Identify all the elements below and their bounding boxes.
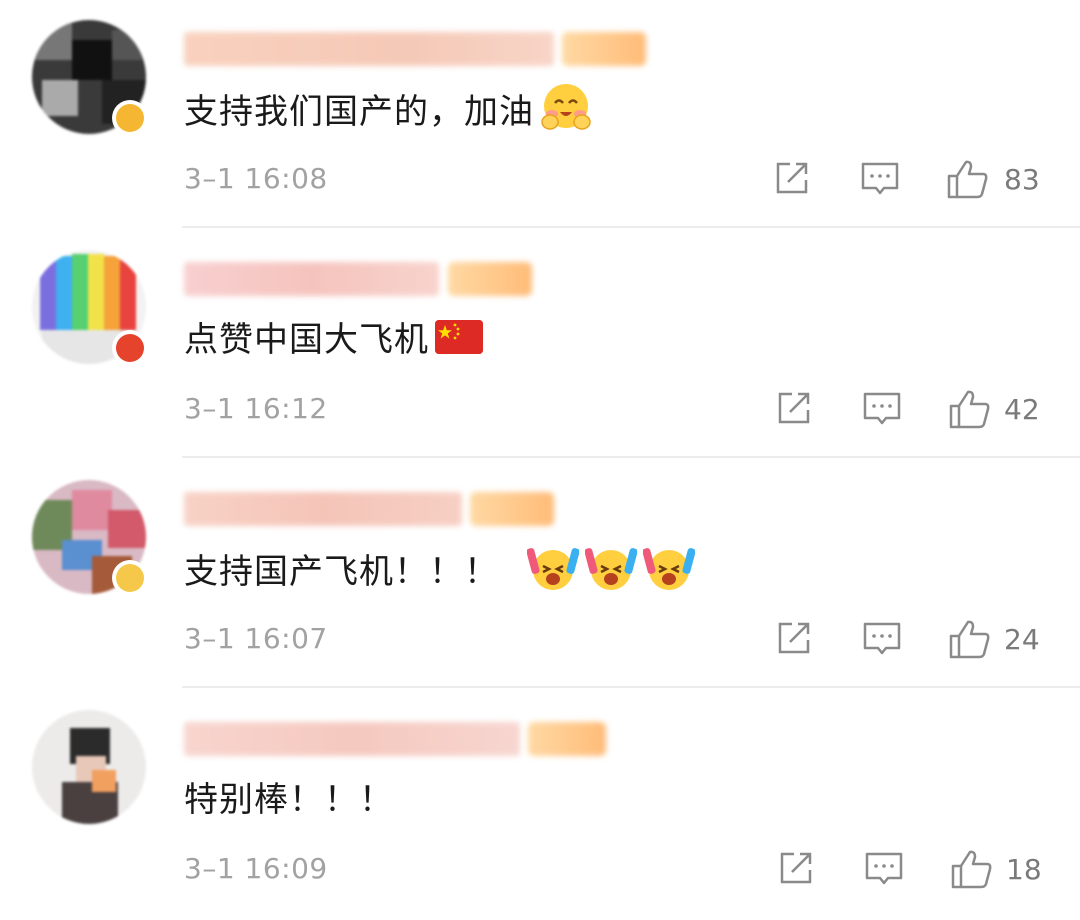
comment-text: 点赞中国大飞机 (184, 312, 483, 361)
cheering-emoji-icon (526, 542, 580, 594)
comment-text-content: 支持我们国产的，加油 (184, 91, 534, 132)
comment-item: 支持我们国产的，加油 3–1 16:08 83 (0, 0, 1080, 230)
like-button[interactable] (950, 848, 994, 889)
vip-badge (562, 32, 646, 66)
comment-reply-button[interactable] (864, 848, 904, 888)
share-button[interactable] (774, 618, 814, 658)
like-button[interactable] (948, 388, 992, 429)
vip-badge (448, 262, 532, 296)
comment-icon (865, 852, 903, 885)
divider (182, 686, 1080, 688)
share-icon (776, 162, 808, 194)
comment-timestamp: 3–1 16:08 (184, 162, 328, 195)
divider (182, 226, 1080, 228)
vip-badge (528, 722, 606, 756)
verified-badge-icon (112, 330, 148, 366)
cheering-emoji-icon (584, 542, 638, 594)
comment-text: 特别棒！！！ (184, 772, 394, 821)
vip-badge (470, 492, 554, 526)
comment-item: 特别棒！！！ 3–1 16:09 18 (0, 690, 1080, 920)
comment-reply-button[interactable] (862, 388, 902, 428)
comment-text-content: 点赞中国大飞机 (184, 320, 429, 360)
username-blurred[interactable] (184, 492, 462, 526)
like-count: 42 (1004, 393, 1040, 426)
username-blurred[interactable] (184, 32, 554, 66)
comment-text: 支持国产飞机！！！ (184, 542, 696, 594)
like-button[interactable] (946, 158, 990, 199)
like-count: 83 (1004, 163, 1040, 196)
blush-hands-emoji-icon (540, 82, 592, 134)
thumbs-up-icon (949, 390, 990, 429)
thumbs-up-icon (951, 850, 992, 889)
comment-item: 点赞中国大飞机 3–1 16:12 42 (0, 230, 1080, 460)
like-button[interactable] (948, 618, 992, 659)
verified-badge-icon (112, 100, 148, 136)
china-flag-emoji-icon (435, 319, 483, 354)
username-blurred[interactable] (184, 722, 520, 756)
share-icon (780, 852, 812, 884)
comment-item: 支持国产飞机！！！ 3–1 16:07 24 (0, 460, 1080, 690)
share-icon (778, 392, 810, 424)
comment-reply-button[interactable] (860, 158, 900, 198)
username-blurred[interactable] (184, 262, 439, 296)
verified-badge-icon (112, 560, 148, 596)
thumbs-up-icon (949, 620, 990, 659)
comment-reply-button[interactable] (862, 618, 902, 658)
like-count: 24 (1004, 623, 1040, 656)
share-icon (778, 622, 810, 654)
comment-timestamp: 3–1 16:12 (184, 392, 328, 425)
share-button[interactable] (776, 848, 816, 888)
like-count: 18 (1006, 853, 1042, 886)
comment-timestamp: 3–1 16:07 (184, 622, 328, 655)
cheering-emoji-icon (642, 542, 696, 594)
comment-text-content: 支持国产飞机！！！ (184, 551, 499, 592)
comment-icon (863, 622, 901, 655)
comment-text: 支持我们国产的，加油 (184, 82, 592, 134)
thumbs-up-icon (947, 160, 988, 199)
comment-icon (863, 392, 901, 425)
comment-icon (861, 162, 899, 195)
divider (182, 456, 1080, 458)
comment-text-content: 特别棒！！！ (184, 780, 394, 820)
avatar[interactable] (32, 710, 146, 824)
share-button[interactable] (772, 158, 812, 198)
comment-timestamp: 3–1 16:09 (184, 852, 328, 885)
share-button[interactable] (774, 388, 814, 428)
